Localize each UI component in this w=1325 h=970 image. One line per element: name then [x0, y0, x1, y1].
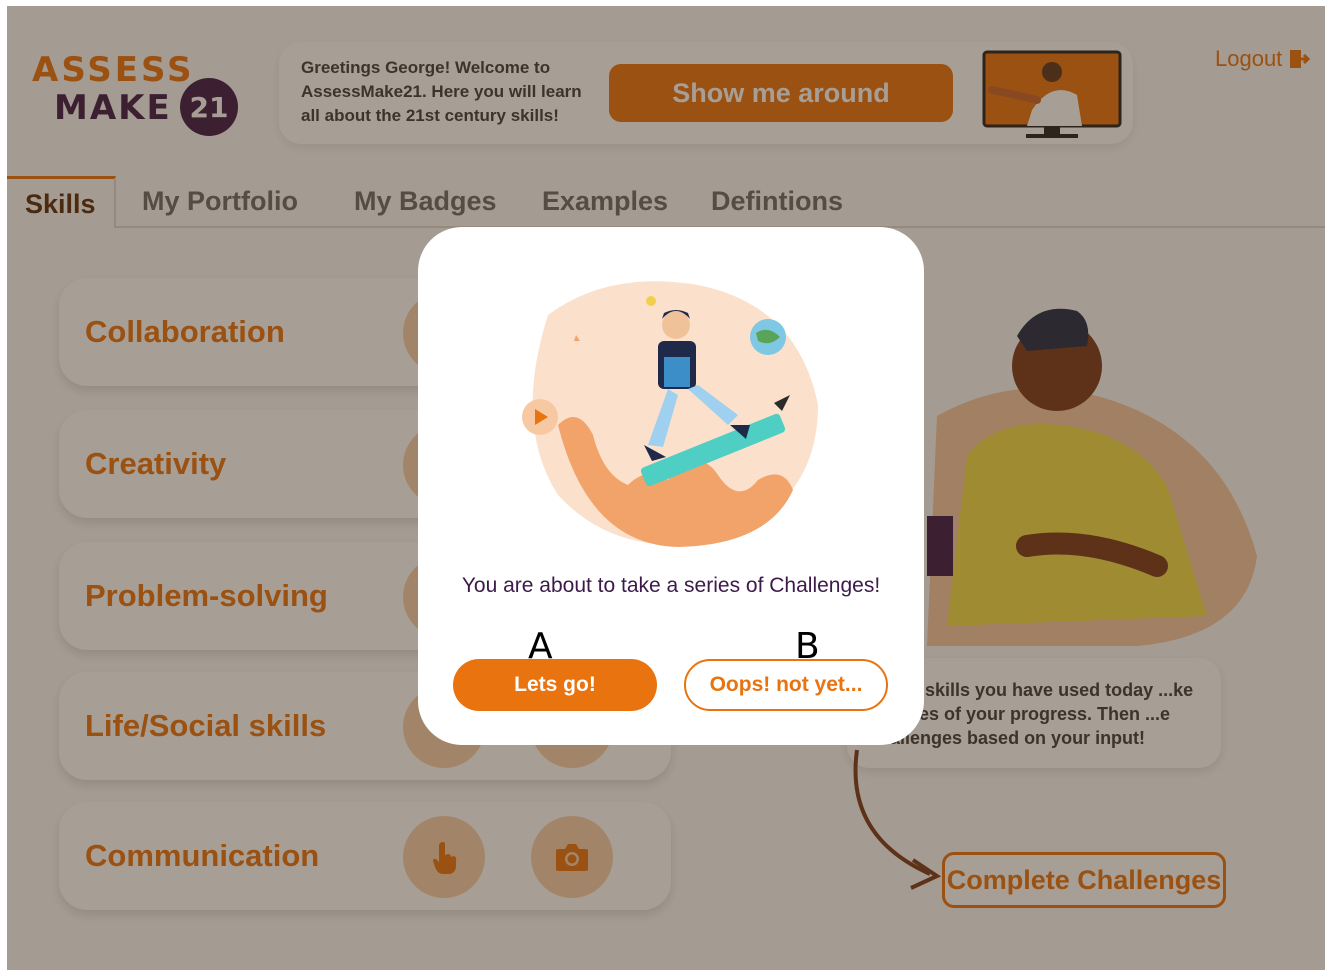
challenge-modal: You are about to take a series of Challe…: [418, 227, 924, 745]
modal-message: You are about to take a series of Challe…: [461, 574, 881, 597]
marker-a: A: [528, 626, 553, 667]
not-yet-button[interactable]: Oops! not yet...: [684, 659, 888, 711]
lets-go-button[interactable]: Lets go!: [453, 659, 657, 711]
student-on-pencil-illustration: [522, 281, 818, 547]
marker-b: B: [795, 626, 820, 667]
